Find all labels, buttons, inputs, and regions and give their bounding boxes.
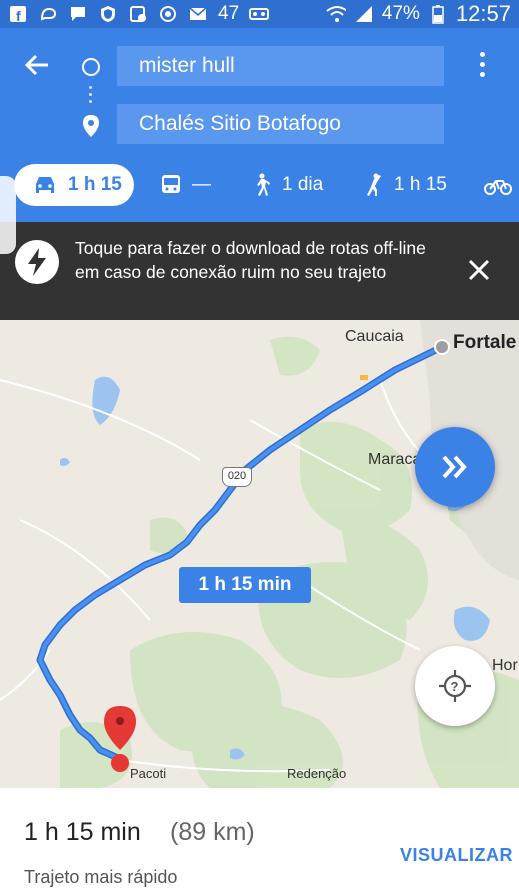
place-label-hor: Hor: [492, 657, 518, 674]
close-icon: [468, 259, 490, 281]
more-options-button[interactable]: [472, 52, 492, 82]
screen-record-icon: [128, 4, 148, 24]
place-label-redencao: Redenção: [287, 766, 347, 781]
offline-banner[interactable]: Toque para fazer o download de rotas off…: [0, 222, 519, 320]
lightning-icon: [15, 240, 59, 284]
location-unknown-icon: ?: [439, 670, 471, 702]
offline-banner-text: Toque para fazer o download de rotas off…: [75, 238, 426, 282]
place-label-pacoti: Pacoti: [130, 766, 167, 781]
destination-pin-icon: [81, 114, 101, 138]
bus-icon: [162, 175, 180, 193]
preview-button[interactable]: VISUALIZAR: [400, 845, 513, 866]
mode-ride-label: 1 h 15: [394, 174, 447, 195]
mode-bicycle-tab[interactable]: [483, 164, 519, 206]
shield-icon: [98, 4, 118, 24]
battery-icon: [428, 4, 448, 24]
start-navigation-button[interactable]: [415, 427, 495, 507]
battery-percent: 47%: [381, 3, 420, 24]
mode-driving-label: 1 h 15: [68, 174, 122, 195]
mode-transit-label: —: [192, 174, 211, 195]
mail-icon: [188, 4, 208, 24]
voicemail-icon: [249, 4, 270, 24]
back-button[interactable]: [22, 50, 52, 80]
svg-text:f: f: [16, 8, 21, 23]
status-bar: f 47 47% 12:57: [0, 0, 519, 28]
message-icon: [38, 4, 58, 24]
target-icon: [158, 4, 178, 24]
origin-circle-icon: [82, 58, 100, 76]
car-icon: [36, 177, 54, 193]
chat-icon: [68, 4, 88, 24]
route-distance: (89 km): [170, 818, 255, 846]
wifi-icon: [326, 4, 346, 24]
close-banner-button[interactable]: [467, 258, 491, 282]
signal-icon: [354, 4, 374, 24]
route-subtitle: Trajeto mais rápido: [24, 867, 178, 887]
directions-header: mister hull Chalés Sitio Botafogo 1 h 15…: [0, 28, 519, 222]
route-shield-020: 020: [222, 467, 252, 487]
clock: 12:57: [455, 1, 511, 26]
walk-icon: [257, 173, 270, 196]
route-summary-sheet[interactable]: 1 h 15 min (89 km) Trajeto mais rápido V…: [0, 788, 519, 890]
map-view[interactable]: Caucaia Fortale Maracanaú Pacoti Redençã…: [0, 320, 519, 788]
mode-walking-label: 1 dia: [282, 174, 324, 195]
facebook-icon: f: [8, 4, 28, 24]
route-duration-label[interactable]: 1 h 15 min: [179, 567, 311, 603]
mode-transit-tab[interactable]: —: [160, 164, 211, 206]
arrow-back-icon: [24, 54, 48, 76]
double-chevron-right-icon: [442, 455, 467, 479]
bicycle-icon: [484, 180, 512, 195]
ride-hail-icon: [367, 173, 381, 196]
origin-field[interactable]: mister hull: [117, 46, 444, 86]
my-location-button[interactable]: ?: [415, 646, 495, 726]
svg-text:?: ?: [451, 679, 459, 694]
mode-ride-tab[interactable]: 1 h 15: [362, 164, 447, 206]
destination-field[interactable]: Chalés Sitio Botafogo: [117, 104, 444, 144]
place-label-caucaia: Caucaia: [345, 328, 404, 345]
mode-driving-tab[interactable]: 1 h 15: [14, 164, 134, 206]
place-label-fortaleza: Fortale: [453, 332, 517, 353]
route-dots-icon: [89, 86, 93, 106]
mode-walking-tab[interactable]: 1 dia: [250, 164, 323, 206]
notification-count: 47: [218, 3, 240, 24]
route-duration: 1 h 15 min: [24, 818, 141, 846]
edge-panel-handle[interactable]: [0, 176, 16, 254]
travel-modes: 1 h 15 — 1 dia 1 h 15: [0, 160, 519, 208]
